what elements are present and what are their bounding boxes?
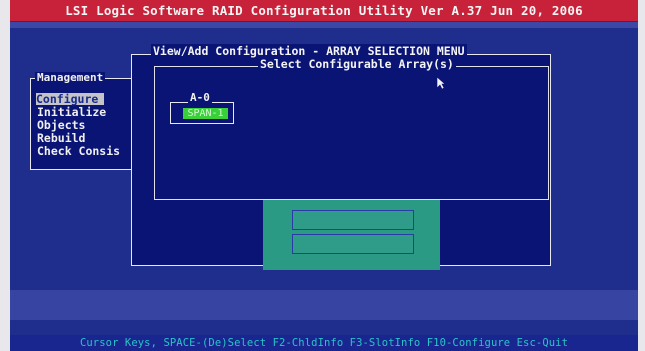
info-row	[292, 210, 414, 230]
dialog-title: View/Add Configuration - ARRAY SELECTION…	[151, 44, 467, 58]
array-selection-panel	[154, 66, 549, 200]
dialog-subtitle: Select Configurable Array(s)	[258, 57, 456, 71]
status-bar: Cursor Keys, SPACE-(De)Select F2-ChldInf…	[10, 335, 638, 351]
management-menu-title: Management	[35, 71, 106, 84]
window-title: LSI Logic Software RAID Configuration Ut…	[10, 0, 638, 21]
menu-item-initialize[interactable]: Initialize	[37, 106, 106, 118]
menu-item-rebuild[interactable]: Rebuild	[37, 132, 85, 144]
menu-item-check-consistency[interactable]: Check Consis	[37, 145, 120, 157]
menu-item-configure[interactable]: Configure	[36, 93, 105, 105]
array-slot-selected[interactable]: SPAN-1	[183, 108, 228, 119]
info-row	[292, 234, 414, 254]
background-band-bottom	[10, 290, 638, 320]
mouse-pointer-icon	[436, 76, 446, 90]
array-label: A-0	[188, 91, 212, 104]
background-band-top	[10, 22, 638, 28]
menu-item-objects[interactable]: Objects	[37, 119, 85, 131]
bios-screen: LSI Logic Software RAID Configuration Ut…	[10, 0, 638, 351]
management-menu: Management Configure Initialize Objects …	[30, 72, 142, 170]
